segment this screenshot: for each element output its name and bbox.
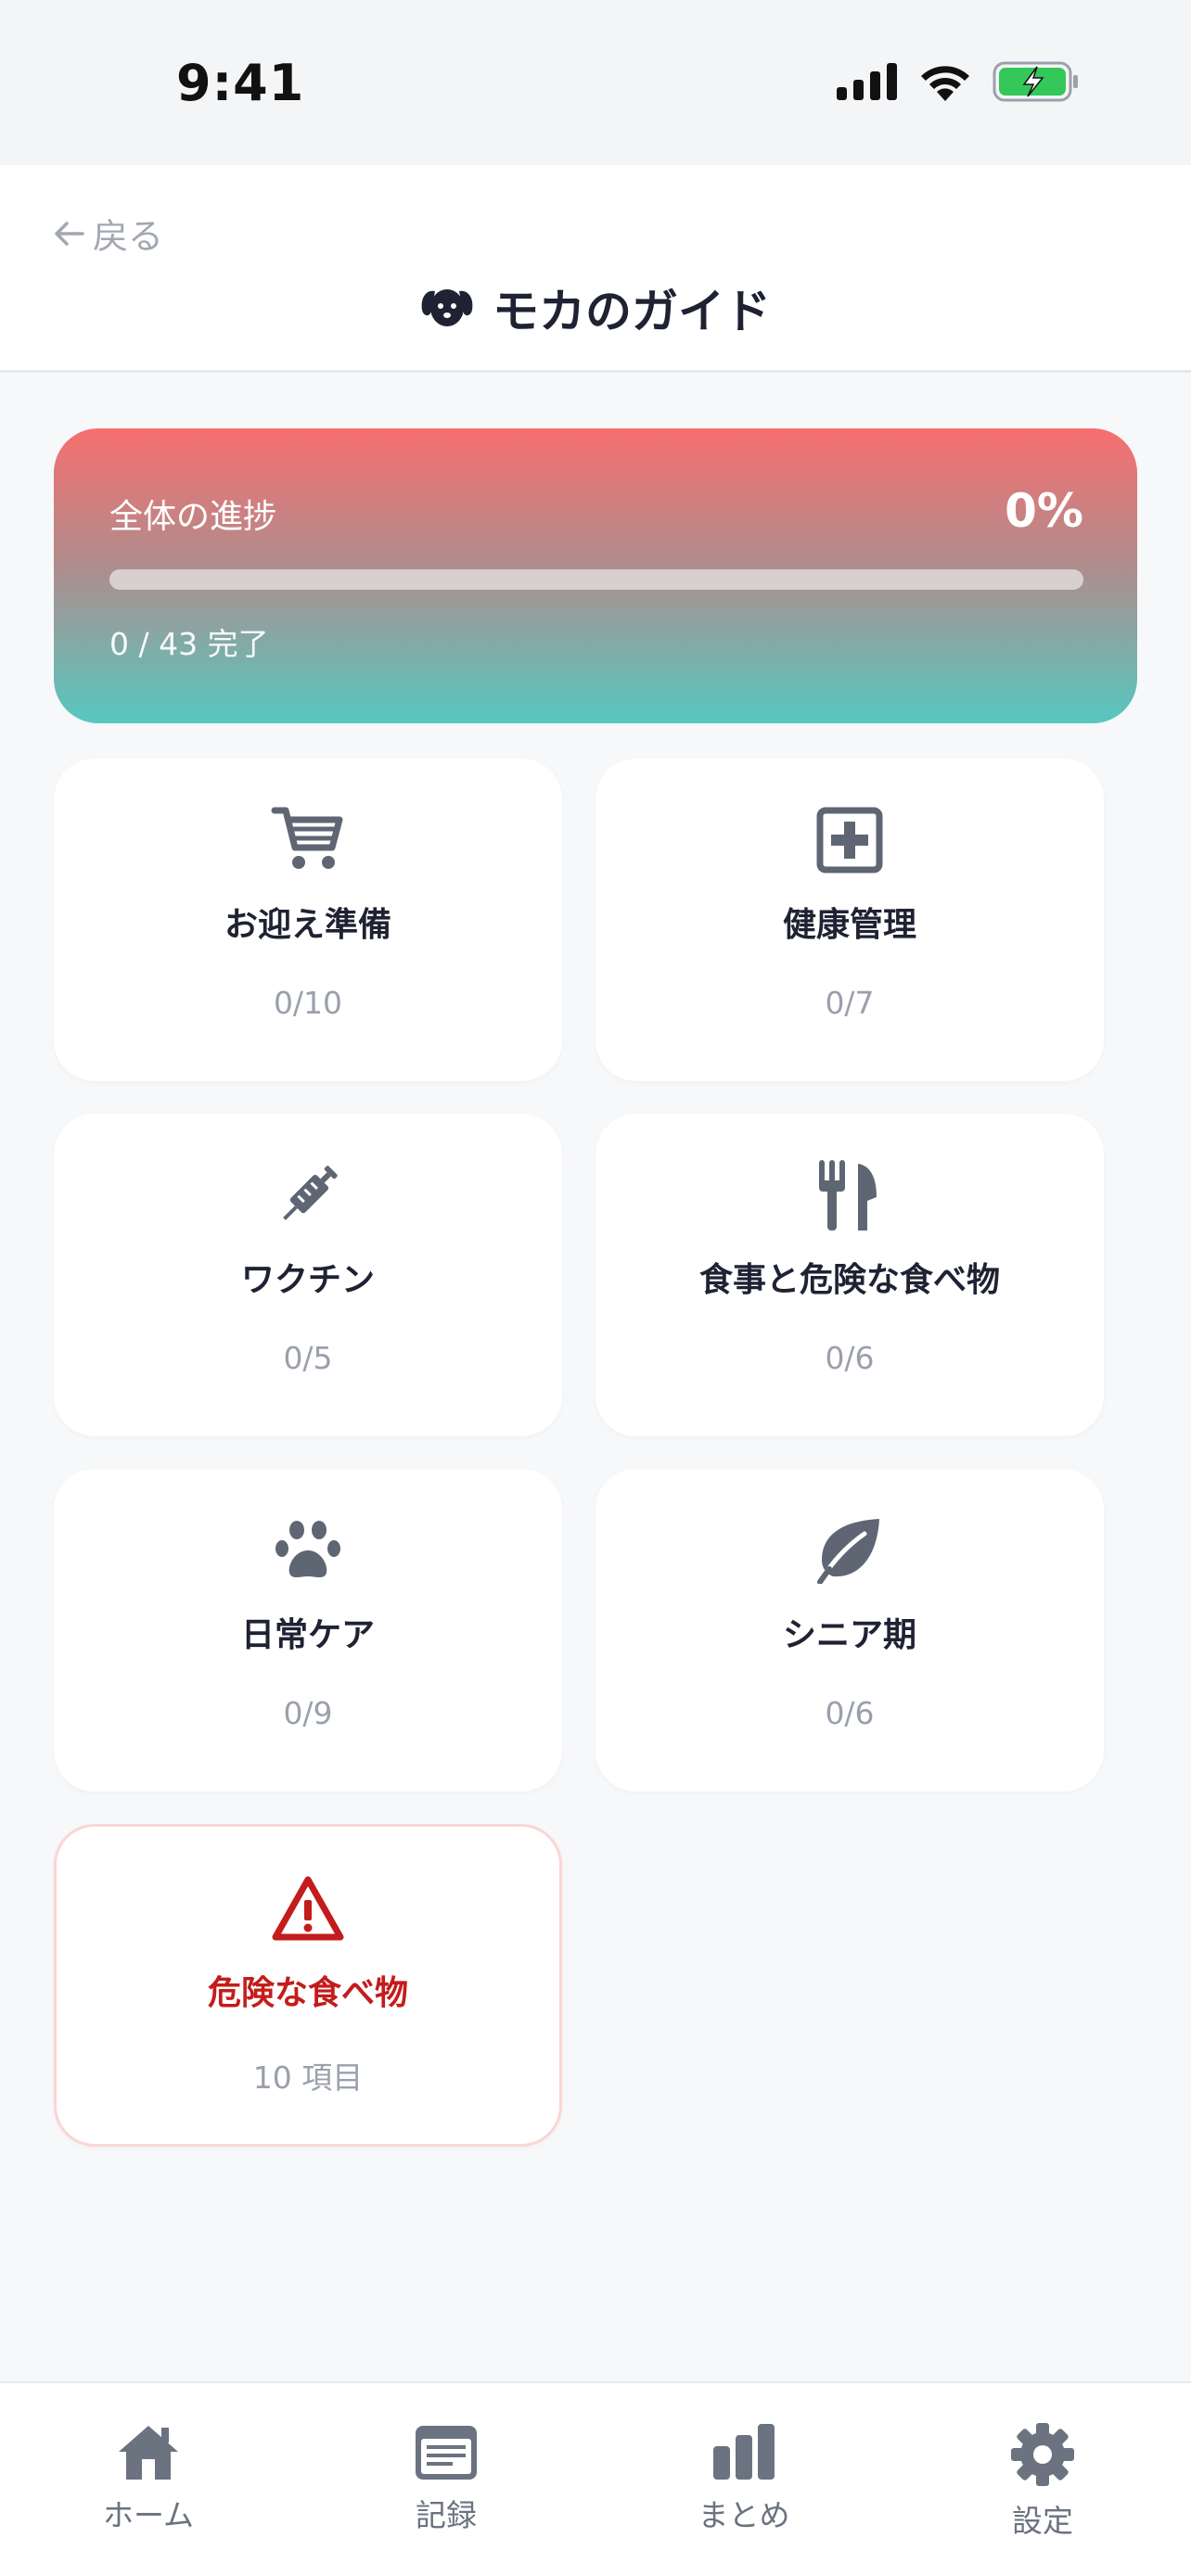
signal-icon [837, 63, 897, 100]
tab-label: ホーム [102, 2497, 194, 2533]
record-icon [416, 2426, 477, 2480]
category-card-dangerous-food[interactable]: 危険な食べ物 10 項目 [54, 1824, 562, 2147]
progress-count: 0 / 43 完了 [109, 626, 269, 662]
card-progress: 0/6 [825, 1340, 875, 1376]
card-progress: 0/9 [283, 1695, 333, 1731]
progress-card: 全体の進捗 0% 0 / 43 完了 [54, 428, 1137, 723]
tab-bar: ホーム 記録 まとめ 設定 [0, 2381, 1191, 2576]
wifi-icon [921, 66, 969, 101]
fork-knife-icon [813, 1158, 887, 1232]
category-card-preparation[interactable]: お迎え準備 0/10 [54, 759, 562, 1081]
category-card-food[interactable]: 食事と危険な食べ物 0/6 [596, 1114, 1104, 1436]
category-card-vaccine[interactable]: ワクチン 0/5 [54, 1114, 562, 1436]
back-button[interactable]: 戻る [54, 208, 163, 259]
back-label: 戻る [93, 216, 164, 257]
status-icons [837, 61, 1080, 102]
card-title: ワクチン [240, 1261, 375, 1299]
paw-icon [271, 1513, 345, 1588]
progress-label: 全体の進捗 [109, 498, 277, 536]
tab-home[interactable]: ホーム [56, 2422, 241, 2535]
title-row: モカのガイド [0, 274, 1191, 341]
tab-settings[interactable]: 設定 [950, 2422, 1135, 2541]
arrow-left-icon [55, 221, 84, 246]
medical-plus-icon [813, 803, 887, 877]
card-title: 食事と危険な食べ物 [698, 1261, 1000, 1299]
tab-label: まとめ [698, 2497, 790, 2533]
category-card-senior[interactable]: シニア期 0/6 [596, 1469, 1104, 1792]
tab-label: 記録 [416, 2497, 477, 2533]
card-progress: 0/7 [825, 985, 875, 1021]
card-progress: 0/10 [273, 985, 343, 1021]
card-progress: 0/6 [825, 1695, 875, 1731]
tab-label: 設定 [1012, 2503, 1073, 2539]
progress-track [109, 569, 1083, 590]
card-title: シニア期 [782, 1616, 916, 1654]
progress-percent: 0% [1005, 484, 1083, 538]
tab-summary[interactable]: まとめ [651, 2422, 837, 2535]
tab-record[interactable]: 記録 [353, 2422, 539, 2535]
gear-icon [1011, 2423, 1074, 2486]
header: 戻る モカのガイド [0, 165, 1191, 373]
status-time: 9:41 [176, 54, 305, 112]
category-card-daily-care[interactable]: 日常ケア 0/9 [54, 1469, 562, 1792]
card-title: 健康管理 [782, 906, 916, 944]
chart-icon [713, 2424, 775, 2480]
leaf-icon [813, 1513, 887, 1588]
card-title: 日常ケア [240, 1616, 375, 1654]
cart-icon [271, 803, 345, 877]
card-title: お迎え準備 [224, 906, 391, 944]
card-title: 危険な食べ物 [207, 1974, 408, 2012]
category-card-health[interactable]: 健康管理 0/7 [596, 759, 1104, 1081]
card-progress: 0/5 [283, 1340, 333, 1376]
warning-icon [271, 1871, 345, 1945]
dog-icon [421, 289, 473, 326]
battery-charging-icon [992, 61, 1078, 102]
syringe-icon [271, 1158, 345, 1232]
status-bar: 9:41 [0, 0, 1191, 165]
home-icon [119, 2426, 178, 2480]
page-title: モカのガイド [493, 285, 771, 338]
card-item-count: 10 項目 [252, 2060, 364, 2096]
